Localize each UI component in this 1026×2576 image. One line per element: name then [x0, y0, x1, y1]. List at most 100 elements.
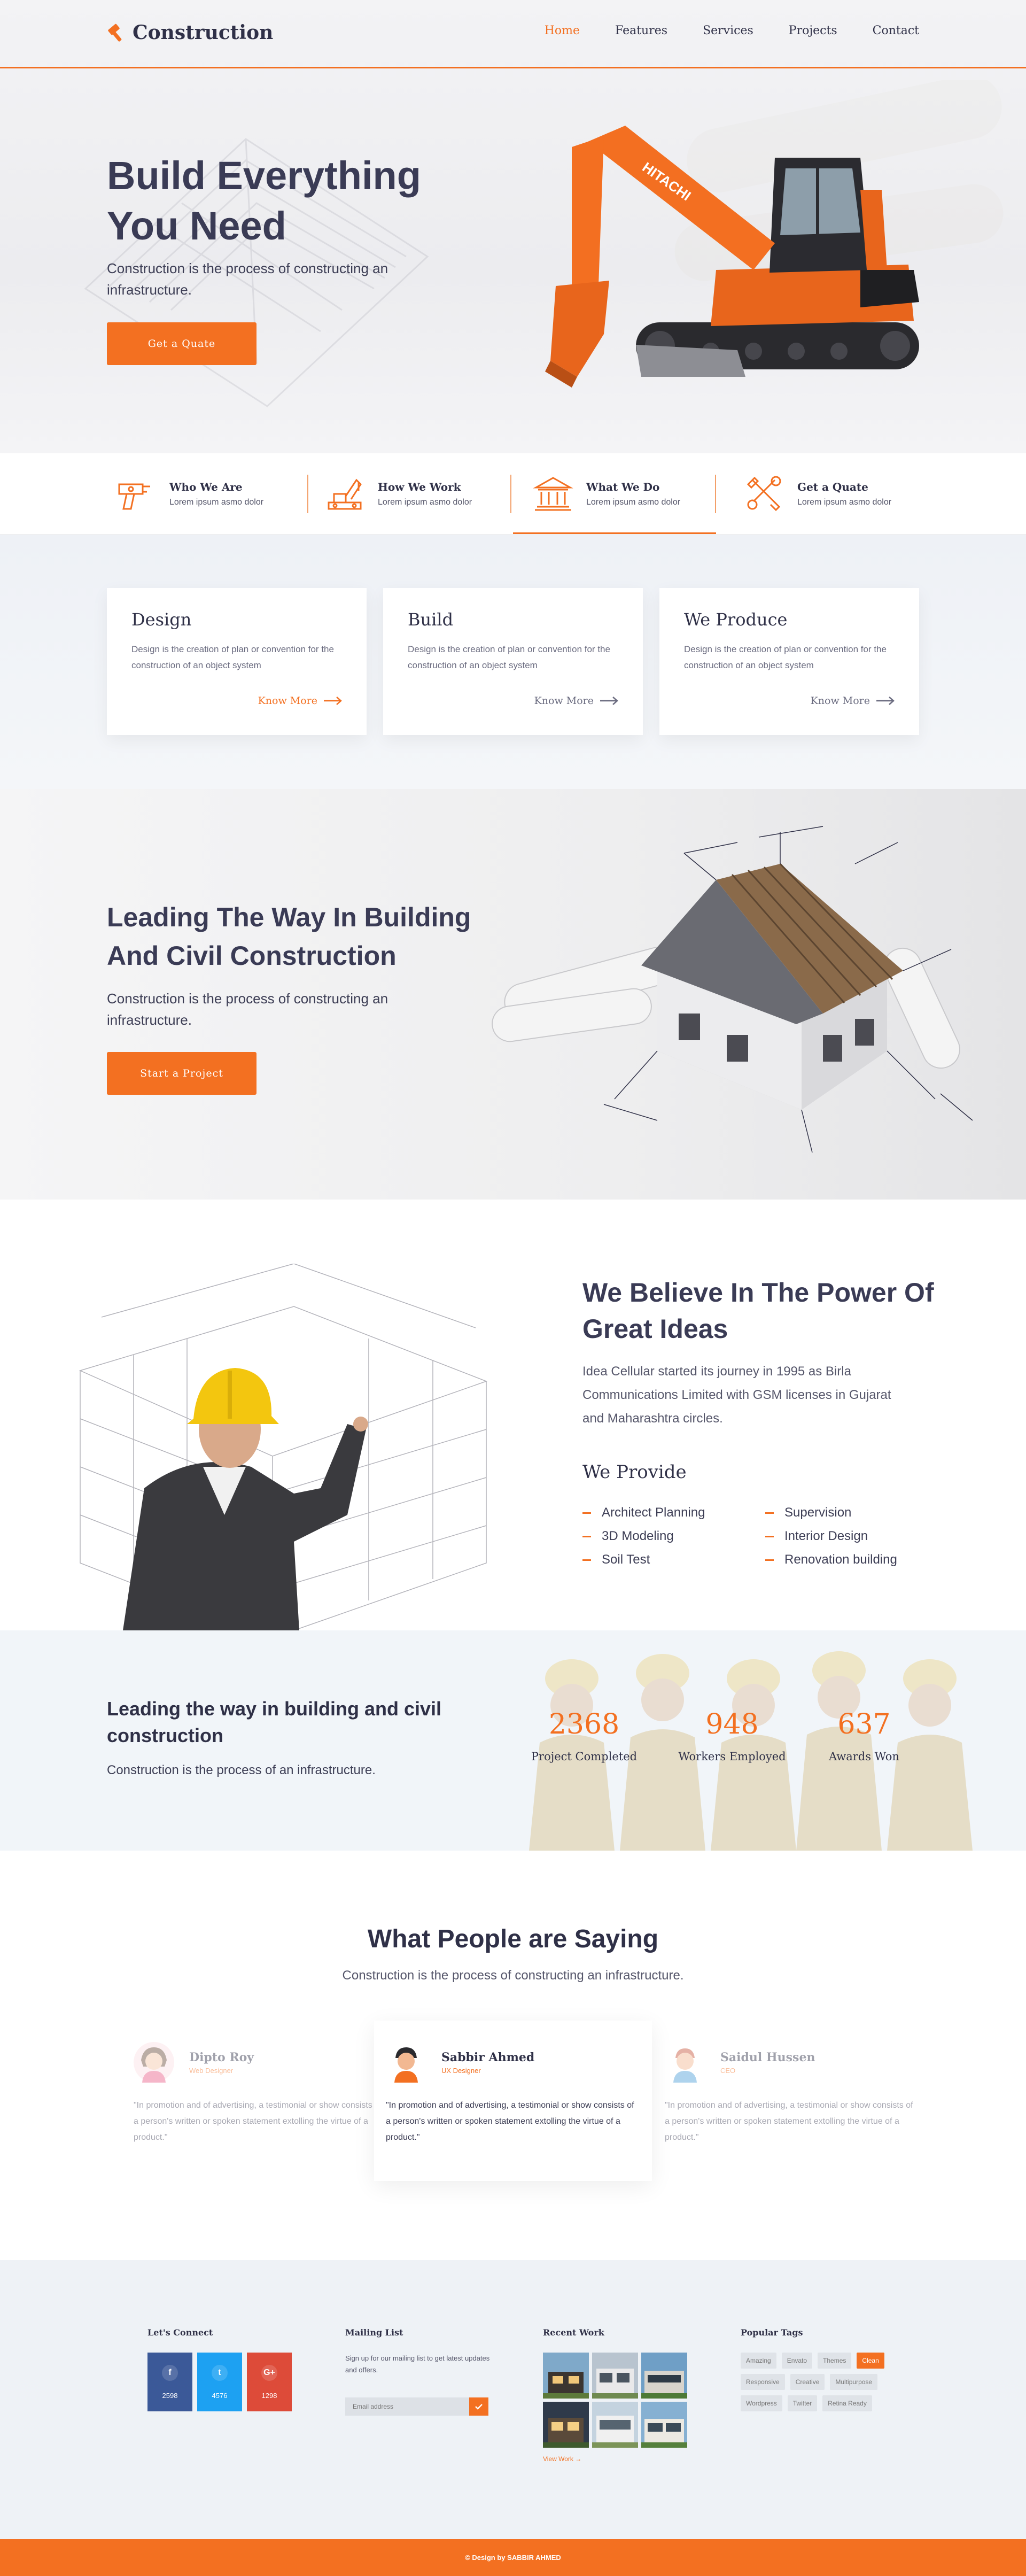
- recent-work-thumbnail[interactable]: [543, 2353, 589, 2399]
- avatar-male-icon: [665, 2042, 705, 2083]
- tag[interactable]: Themes: [818, 2353, 852, 2369]
- provide-item: Soil Test: [582, 1552, 650, 1567]
- testimonial-role: UX Designer: [441, 2066, 481, 2075]
- stat-number: 948: [705, 1708, 759, 1740]
- email-input[interactable]: [345, 2397, 469, 2416]
- excavator-image: HITACHI: [545, 126, 919, 388]
- stats-section: Leading the way in building and civil co…: [0, 1630, 1026, 1851]
- dash-icon: [765, 1535, 774, 1537]
- believe-section: We Believe In The Power Of Great Ideas I…: [0, 1200, 1026, 1630]
- recent-work-thumbnail[interactable]: [641, 2353, 687, 2399]
- footer-heading: Recent Work: [543, 2327, 604, 2338]
- view-work-link[interactable]: View Work →: [543, 2455, 687, 2463]
- social-links: f 2598 t 4576 G+ 1298: [147, 2353, 292, 2411]
- copyright-bar: © Design by SABBIR AHMED: [0, 2539, 1026, 2576]
- social-count: 4576: [212, 2391, 228, 2400]
- tag[interactable]: Wordpress: [741, 2395, 782, 2411]
- provide-item: Interior Design: [765, 1529, 868, 1544]
- provide-label: 3D Modeling: [602, 1529, 674, 1543]
- check-icon: [475, 2404, 483, 2410]
- footer-heading: Let's Connect: [147, 2327, 213, 2338]
- avatar-male-icon: [386, 2042, 426, 2083]
- engineer-image: [79, 1264, 488, 1630]
- testimonial-role: CEO: [720, 2066, 736, 2075]
- leading-text: Construction is the process of construct…: [107, 991, 388, 1028]
- main-nav: Home Features Services Projects Contact: [545, 24, 919, 37]
- stat-projects: 2368 Project Completed: [515, 1708, 654, 1763]
- card-text: Design is the creation of plan or conven…: [131, 644, 334, 670]
- hero-section: Construction Home Features Services Proj…: [0, 0, 1026, 453]
- tag[interactable]: Amazing: [741, 2353, 776, 2369]
- arrow-right-icon: [876, 697, 895, 705]
- tab-get-a-quote[interactable]: Get a Quate Lorem ipsum asmo dolor: [743, 453, 891, 534]
- recent-work-thumbnail[interactable]: [543, 2402, 589, 2448]
- facebook-button[interactable]: f 2598: [147, 2353, 192, 2411]
- stat-label: Workers Employed: [678, 1750, 786, 1763]
- google-plus-button[interactable]: G+ 1298: [247, 2353, 292, 2411]
- tab-divider: [715, 475, 716, 513]
- recent-work-grid: [543, 2353, 687, 2448]
- know-more-link[interactable]: Know More: [811, 695, 895, 707]
- get-quote-button[interactable]: Get a Quate: [107, 322, 256, 365]
- testimonials-section: What People are Saying Construction is t…: [0, 1851, 1026, 2260]
- tag-active[interactable]: Clean: [857, 2353, 884, 2369]
- provide-label: Supervision: [784, 1505, 852, 1520]
- service-card-design: Design Design is the creation of plan or…: [107, 588, 367, 735]
- tab-title: Who We Are: [169, 481, 243, 493]
- arrow-right-icon: [324, 697, 342, 705]
- arrow-right-icon: [600, 697, 618, 705]
- believe-title: We Believe In The Power Of Great Ideas: [582, 1278, 934, 1344]
- provide-item: Supervision: [765, 1505, 851, 1520]
- nav-features[interactable]: Features: [615, 24, 667, 37]
- tab-text: Lorem ipsum asmo dolor: [169, 498, 264, 507]
- we-provide-title: We Provide: [582, 1461, 687, 1483]
- footer: Let's Connect f 2598 t 4576 G+ 1298 Mail…: [0, 2260, 1026, 2539]
- nav-contact[interactable]: Contact: [873, 24, 919, 37]
- tag[interactable]: Responsive: [741, 2374, 785, 2390]
- testimonial-card-active: Sabbir Ahmed UX Designer "In promotion a…: [374, 2021, 652, 2181]
- know-more-link[interactable]: Know More: [258, 695, 342, 707]
- dash-icon: [582, 1559, 591, 1561]
- nav-projects[interactable]: Projects: [789, 24, 837, 37]
- avatar-female-icon: [134, 2042, 174, 2083]
- nav-home[interactable]: Home: [545, 24, 580, 37]
- stat-workers: 948 Workers Employed: [663, 1708, 802, 1763]
- recent-work-thumbnail[interactable]: [592, 2353, 638, 2399]
- tools-icon: [747, 476, 781, 512]
- tab-title: What We Do: [586, 481, 660, 493]
- service-card-build: Build Design is the creation of plan or …: [383, 588, 643, 735]
- building-columns-icon: [533, 477, 573, 511]
- stats-title: Leading the way in building and civil co…: [107, 1698, 442, 1746]
- tag[interactable]: Multipurpose: [830, 2374, 878, 2390]
- social-count: 1298: [261, 2391, 277, 2400]
- social-count: 2598: [162, 2391, 178, 2400]
- recent-work-thumbnail[interactable]: [641, 2402, 687, 2448]
- site-header: Construction Home Features Services Proj…: [0, 0, 1026, 68]
- start-project-button[interactable]: Start a Project: [107, 1052, 256, 1095]
- tab-who-we-are[interactable]: Who We Are Lorem ipsum asmo dolor: [115, 453, 264, 534]
- stat-label: Awards Won: [829, 1750, 899, 1763]
- footer-recent-work: Recent Work View Work →: [543, 2327, 687, 2463]
- tab-how-we-work[interactable]: How We Work Lorem ipsum asmo dolor: [323, 453, 472, 534]
- recent-work-thumbnail[interactable]: [592, 2402, 638, 2448]
- nav-services[interactable]: Services: [703, 24, 753, 37]
- tab-what-we-do[interactable]: What We Do Lorem ipsum asmo dolor: [532, 453, 680, 534]
- tag[interactable]: Retina Ready: [822, 2395, 872, 2411]
- tag[interactable]: Creative: [790, 2374, 825, 2390]
- twitter-button[interactable]: t 4576: [197, 2353, 242, 2411]
- testimonials-subtitle: Construction is the process of construct…: [342, 1968, 684, 1983]
- stat-number: 637: [837, 1708, 891, 1740]
- tag[interactable]: Twitter: [787, 2395, 818, 2411]
- testimonial-role: Web Designer: [189, 2066, 234, 2075]
- testimonial-name: Dipto Roy: [189, 2050, 254, 2064]
- crane-icon: [328, 478, 362, 510]
- tag[interactable]: Envato: [781, 2353, 813, 2369]
- know-more-link[interactable]: Know More: [534, 695, 618, 707]
- footer-mailing: Mailing List Sign up for our mailing lis…: [345, 2327, 495, 2416]
- tab-divider: [307, 475, 308, 513]
- logo[interactable]: Construction: [107, 21, 273, 44]
- subscribe-button[interactable]: [469, 2397, 488, 2416]
- provide-label: Architect Planning: [602, 1505, 705, 1520]
- card-title: We Produce: [684, 609, 788, 630]
- provide-label: Soil Test: [602, 1552, 650, 1567]
